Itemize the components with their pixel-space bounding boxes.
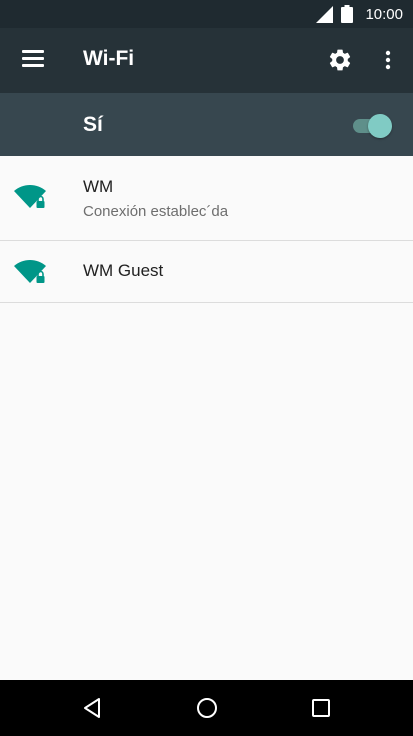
wifi-locked-icon [14, 185, 46, 208]
network-list: WM Conexión establec´da WM Guest [0, 156, 413, 303]
network-item-wm[interactable]: WM Conexión establec´da [0, 156, 413, 241]
page-title: Wi-Fi [83, 47, 135, 70]
signal-icon [316, 5, 334, 23]
network-status: Conexión establec´da [83, 203, 229, 220]
switch-thumb [368, 114, 392, 138]
wifi-master-toggle-bar[interactable]: Sí [0, 93, 413, 156]
toggle-label: Sí [83, 113, 103, 136]
app-bar: Wi-Fi [0, 28, 413, 93]
wifi-locked-icon [14, 260, 46, 283]
status-bar: 10:00 [0, 0, 413, 28]
settings-icon[interactable] [327, 47, 353, 73]
navigation-bar [0, 680, 413, 736]
wifi-toggle-switch[interactable] [353, 114, 392, 138]
network-name: WM Guest [83, 261, 164, 280]
more-options-icon[interactable] [376, 48, 400, 72]
network-item-wm-guest[interactable]: WM Guest [0, 241, 413, 303]
back-icon[interactable] [80, 696, 104, 720]
recent-apps-icon[interactable] [309, 696, 333, 720]
status-time: 10:00 [365, 5, 403, 23]
battery-icon [341, 5, 354, 23]
network-name: WM [83, 177, 114, 196]
menu-icon[interactable] [22, 50, 44, 68]
home-icon[interactable] [195, 696, 219, 720]
